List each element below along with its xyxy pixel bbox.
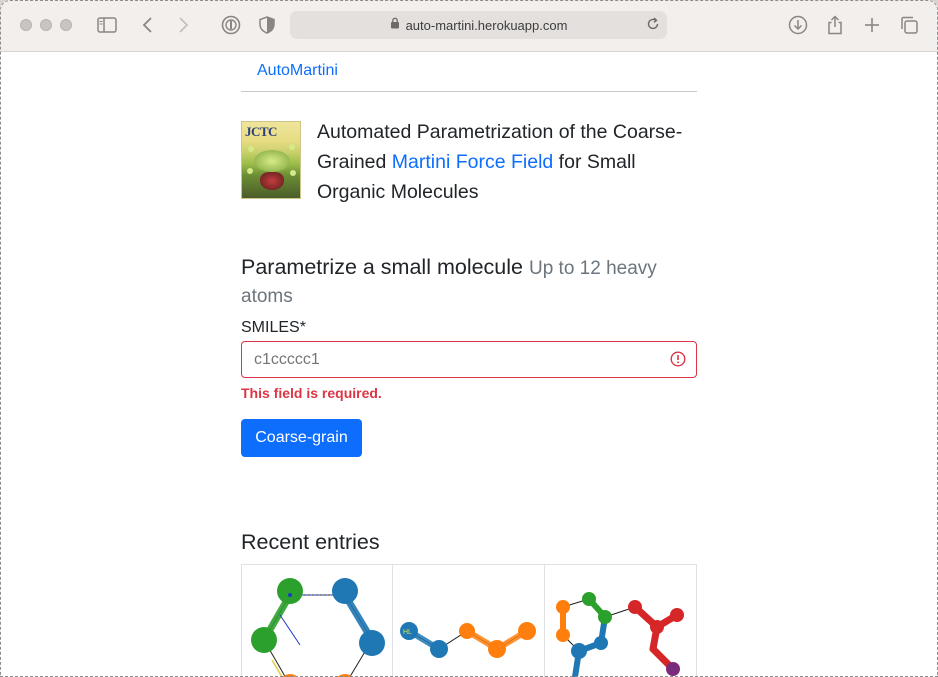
smiles-label: SMILES* xyxy=(241,319,306,336)
zoom-window-button[interactable] xyxy=(60,19,72,31)
close-window-button[interactable] xyxy=(20,19,32,31)
address-bar[interactable]: auto-martini.herokuapp.com xyxy=(290,11,667,39)
sidebar-icon[interactable] xyxy=(96,14,118,36)
password-manager-icon[interactable] xyxy=(220,14,242,36)
molecule-mapping-image xyxy=(251,578,385,677)
minimize-window-button[interactable] xyxy=(40,19,52,31)
cover-art xyxy=(254,150,290,172)
cover-art xyxy=(290,170,296,176)
new-tab-icon[interactable] xyxy=(861,14,883,36)
smiles-input[interactable] xyxy=(241,341,697,378)
navbar-brand-link[interactable]: AutoMartini xyxy=(257,62,338,80)
molecule-mapping-image: HL xyxy=(400,622,537,658)
molecule-mapping-image xyxy=(555,592,684,677)
recent-entries-grid: HL xyxy=(241,564,697,677)
error-icon xyxy=(670,351,686,367)
martini-force-field-link[interactable]: Martini Force Field xyxy=(392,151,553,173)
form-heading: Parametrize a small molecule Up to 12 he… xyxy=(241,254,697,310)
journal-cover-title: JCTC xyxy=(245,124,277,139)
browser-window: auto-martini.herokuapp.com AutoMartini J… xyxy=(0,0,938,677)
recent-entry-card[interactable]: HL xyxy=(393,565,545,677)
lock-icon xyxy=(390,16,400,34)
bead-label: HL xyxy=(403,629,412,636)
cover-art xyxy=(289,144,295,150)
navbar-divider xyxy=(241,91,697,92)
url-text: auto-martini.herokuapp.com xyxy=(405,17,568,33)
coarse-grain-button[interactable]: Coarse-grain xyxy=(241,419,362,457)
back-icon[interactable] xyxy=(137,14,159,36)
tab-overview-icon[interactable] xyxy=(898,14,920,36)
journal-cover-image[interactable]: JCTC xyxy=(241,121,301,199)
recent-entries-heading: Recent entries xyxy=(241,530,380,554)
reload-icon[interactable] xyxy=(645,16,661,37)
forward-icon[interactable] xyxy=(172,14,194,36)
page-content: AutoMartini JCTC Automated Parametrizati… xyxy=(0,52,938,677)
cover-art xyxy=(248,146,254,152)
browser-toolbar: auto-martini.herokuapp.com xyxy=(0,0,938,52)
recent-entry-card[interactable] xyxy=(545,565,696,677)
share-icon[interactable] xyxy=(824,14,846,36)
form-title: Parametrize a small molecule xyxy=(241,255,523,279)
privacy-shield-icon[interactable] xyxy=(256,14,278,36)
recent-entry-card[interactable] xyxy=(242,565,394,677)
paper-headline: Automated Parametrization of the Coarse-… xyxy=(317,117,697,207)
cover-art xyxy=(247,168,253,174)
cover-art xyxy=(260,172,284,190)
validation-error: This field is required. xyxy=(241,385,382,401)
downloads-icon[interactable] xyxy=(787,14,809,36)
